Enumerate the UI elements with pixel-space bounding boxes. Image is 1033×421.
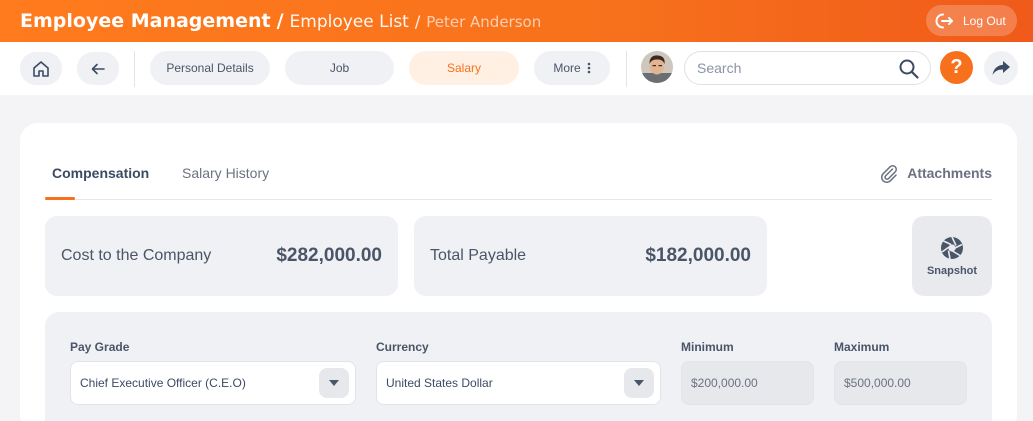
tab-personal-details[interactable]: Personal Details — [150, 51, 270, 85]
tab-label: Job — [329, 61, 350, 75]
share-icon — [992, 61, 1010, 75]
help-icon: ? — [950, 56, 963, 78]
total-payable-value: $182,000.00 — [645, 245, 751, 266]
currency-label: Currency — [376, 340, 429, 354]
breadcrumb-current: Peter Anderson — [426, 13, 542, 31]
tab-salary-history[interactable]: Salary History — [182, 165, 269, 181]
breadcrumb-separator: / — [414, 12, 421, 31]
search-icon[interactable] — [898, 58, 920, 80]
currency-value: United States Dollar — [386, 376, 493, 390]
more-dots-icon — [587, 62, 590, 74]
pay-grade-label: Pay Grade — [70, 340, 130, 354]
pay-grade-dropdown-button[interactable] — [319, 368, 349, 398]
toolbar: Personal Details Job Salary More ? — [0, 42, 1033, 95]
back-button[interactable] — [77, 52, 119, 85]
breadcrumb-section[interactable]: Employee List — [290, 12, 409, 32]
avatar-image — [641, 51, 673, 83]
toolbar-divider — [134, 51, 135, 87]
breadcrumb-root[interactable]: Employee Management — [20, 10, 271, 32]
minimum-field: $200,000.00 — [681, 361, 814, 405]
tab-job[interactable]: Job — [285, 51, 394, 85]
tab-label: More — [553, 61, 581, 75]
help-button[interactable]: ? — [940, 51, 973, 84]
chevron-down-icon — [634, 380, 644, 386]
total-payable-label: Total Payable — [430, 247, 527, 264]
compensation-tabs: Compensation Salary History Attachments — [45, 123, 992, 200]
currency-dropdown-button[interactable] — [624, 368, 654, 398]
minimum-value: $200,000.00 — [691, 376, 758, 390]
cost-to-company-label: Cost to the Company — [61, 247, 212, 264]
maximum-field: $500,000.00 — [834, 361, 967, 405]
search-box — [684, 51, 931, 85]
tab-compensation[interactable]: Compensation — [52, 165, 149, 181]
toolbar-divider — [626, 51, 627, 87]
attachments-button[interactable]: Attachments — [879, 163, 992, 183]
app-header: Employee Management / Employee List / Pe… — [0, 0, 1033, 42]
maximum-value: $500,000.00 — [844, 376, 911, 390]
paperclip-icon — [881, 165, 898, 183]
cost-to-company-card: Cost to the Company $282,000.00 — [45, 216, 398, 296]
tab-label: Personal Details — [166, 61, 254, 75]
home-button[interactable] — [20, 52, 62, 85]
minimum-label: Minimum — [681, 340, 734, 354]
back-arrow-icon — [91, 63, 105, 74]
pay-grade-form: Pay Grade Chief Executive Officer (C.E.O… — [45, 312, 992, 421]
pay-grade-select[interactable]: Chief Executive Officer (C.E.O) — [70, 361, 356, 405]
search-input[interactable] — [697, 60, 887, 76]
tab-more[interactable]: More — [534, 51, 610, 85]
salary-card: Compensation Salary History Attachments … — [20, 123, 1017, 421]
logout-button[interactable]: Log Out — [926, 5, 1017, 36]
share-button[interactable] — [984, 51, 1018, 85]
maximum-label: Maximum — [834, 340, 890, 354]
breadcrumb: Employee Management / Employee List / Pe… — [20, 10, 541, 32]
snapshot-label: Snapshot — [926, 265, 978, 277]
logout-icon — [935, 13, 953, 28]
breadcrumb-separator: / — [276, 10, 284, 32]
tab-salary[interactable]: Salary — [409, 51, 519, 85]
avatar[interactable] — [641, 51, 673, 83]
logout-label: Log Out — [963, 13, 1006, 28]
pay-grade-value: Chief Executive Officer (C.E.O) — [80, 376, 246, 390]
camera-shutter-icon — [941, 236, 963, 260]
home-icon — [33, 60, 49, 77]
chevron-down-icon — [329, 380, 339, 386]
currency-select[interactable]: United States Dollar — [376, 361, 661, 405]
attachments-label: Attachments — [907, 165, 992, 181]
active-tab-indicator — [45, 197, 75, 200]
tab-label: Salary — [446, 61, 481, 75]
snapshot-button[interactable]: Snapshot — [912, 216, 992, 296]
cost-to-company-value: $282,000.00 — [276, 245, 382, 266]
total-payable-card: Total Payable $182,000.00 — [414, 216, 767, 296]
